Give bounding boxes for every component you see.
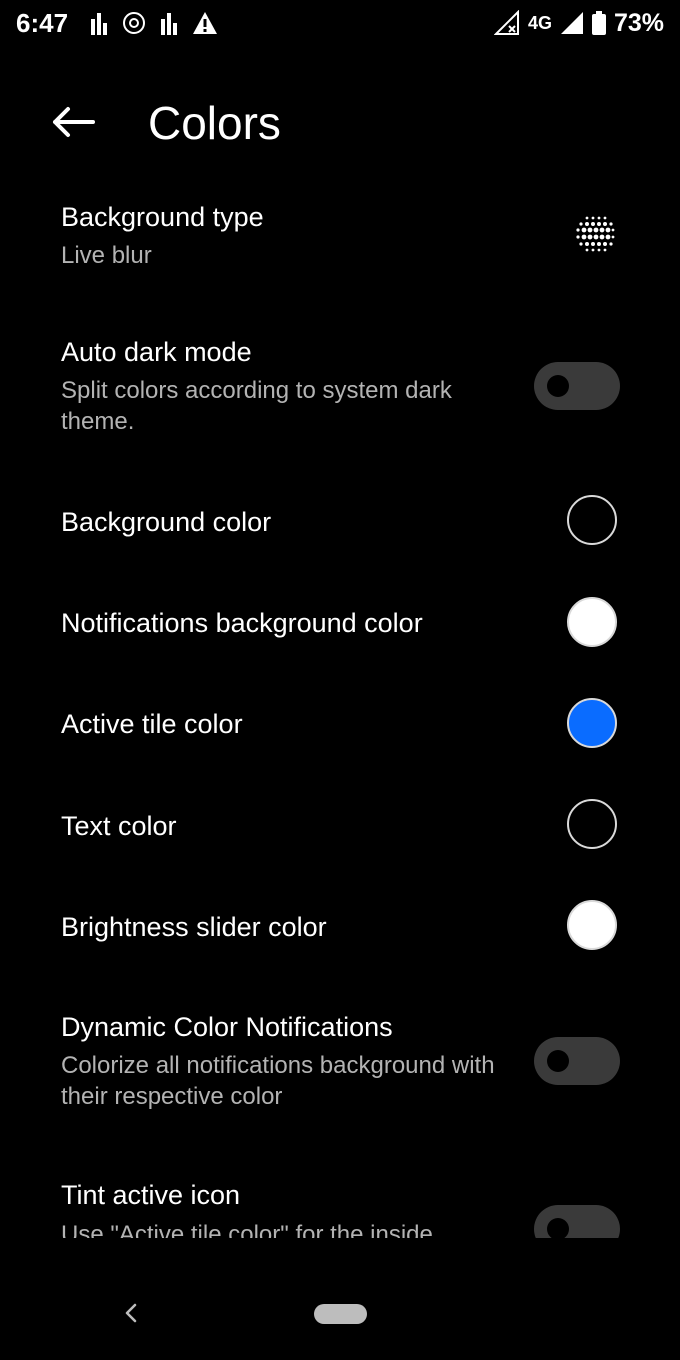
- setting-active-tile-color[interactable]: Active tile color: [0, 689, 680, 763]
- setting-background-type[interactable]: Background type Live blur: [0, 195, 680, 295]
- navigation-bar: [0, 1270, 680, 1360]
- auto-dark-mode-toggle[interactable]: [534, 362, 620, 410]
- setting-dynamic-color-notifications[interactable]: Dynamic Color Notifications Colorize all…: [0, 1000, 680, 1130]
- dots-grid-icon: [576, 216, 615, 252]
- setting-title: Auto dark mode: [61, 337, 252, 367]
- setting-value: Live blur: [61, 242, 152, 269]
- status-time: 6:47: [16, 8, 69, 38]
- battery-percent: 73%: [613, 8, 664, 37]
- no-signal-icon: [493, 10, 519, 35]
- setting-notifications-background-color[interactable]: Notifications background color: [0, 587, 680, 661]
- setting-title: Background type: [61, 202, 264, 232]
- toggle-knob: [547, 375, 569, 397]
- toggle-knob: [547, 1050, 569, 1072]
- battery-icon: [591, 11, 606, 35]
- status-bar: 6:47 4G 73%: [0, 0, 680, 48]
- notifications-background-color-swatch[interactable]: [567, 597, 617, 647]
- setting-text-color[interactable]: Text color: [0, 791, 680, 865]
- setting-title: Active tile color: [61, 709, 243, 739]
- network-type: 4G: [527, 12, 552, 33]
- cell-signal-icon: [560, 12, 583, 34]
- tint-active-icon-toggle[interactable]: [534, 1205, 620, 1238]
- background-color-swatch[interactable]: [567, 495, 617, 545]
- setting-title: Background color: [61, 507, 272, 537]
- app-bar: Colors: [0, 78, 680, 168]
- setting-title: Text color: [61, 811, 177, 841]
- settings-list[interactable]: Background type Live blur Auto dark mode…: [0, 195, 680, 1238]
- signal-bars-icon: [91, 13, 107, 35]
- setting-subtitle: Use "Active tile color" for the inside: [61, 1221, 433, 1238]
- arrow-left-icon: [53, 107, 95, 137]
- text-color-swatch[interactable]: [567, 799, 617, 849]
- setting-title: Brightness slider color: [61, 912, 327, 942]
- warning-icon: [193, 12, 217, 34]
- home-pill-icon[interactable]: [314, 1304, 367, 1324]
- setting-subtitle: Split colors according to system dark th…: [61, 377, 452, 435]
- setting-tint-active-icon[interactable]: Tint active icon Use "Active tile color"…: [0, 1170, 680, 1238]
- page-title: Colors: [148, 97, 281, 149]
- location-icon: [123, 12, 145, 34]
- status-notification-icons: [90, 8, 218, 38]
- setting-title: Tint active icon: [61, 1180, 241, 1210]
- back-button[interactable]: [40, 92, 106, 152]
- chevron-left-icon[interactable]: [116, 1298, 146, 1328]
- setting-subtitle: Colorize all notifications background wi…: [61, 1052, 495, 1110]
- setting-title: Notifications background color: [61, 608, 423, 638]
- setting-brightness-slider-color[interactable]: Brightness slider color: [0, 893, 680, 967]
- setting-auto-dark-mode[interactable]: Auto dark mode Split colors according to…: [0, 325, 680, 455]
- active-tile-color-swatch[interactable]: [567, 698, 617, 748]
- toggle-knob: [547, 1218, 569, 1238]
- setting-background-color[interactable]: Background color: [0, 485, 680, 559]
- signal-bars-icon: [161, 13, 177, 35]
- dynamic-color-notifications-toggle[interactable]: [534, 1037, 620, 1085]
- status-system-icons: 4G 73%: [493, 8, 664, 38]
- setting-title: Dynamic Color Notifications: [61, 1012, 393, 1042]
- brightness-slider-color-swatch[interactable]: [567, 900, 617, 950]
